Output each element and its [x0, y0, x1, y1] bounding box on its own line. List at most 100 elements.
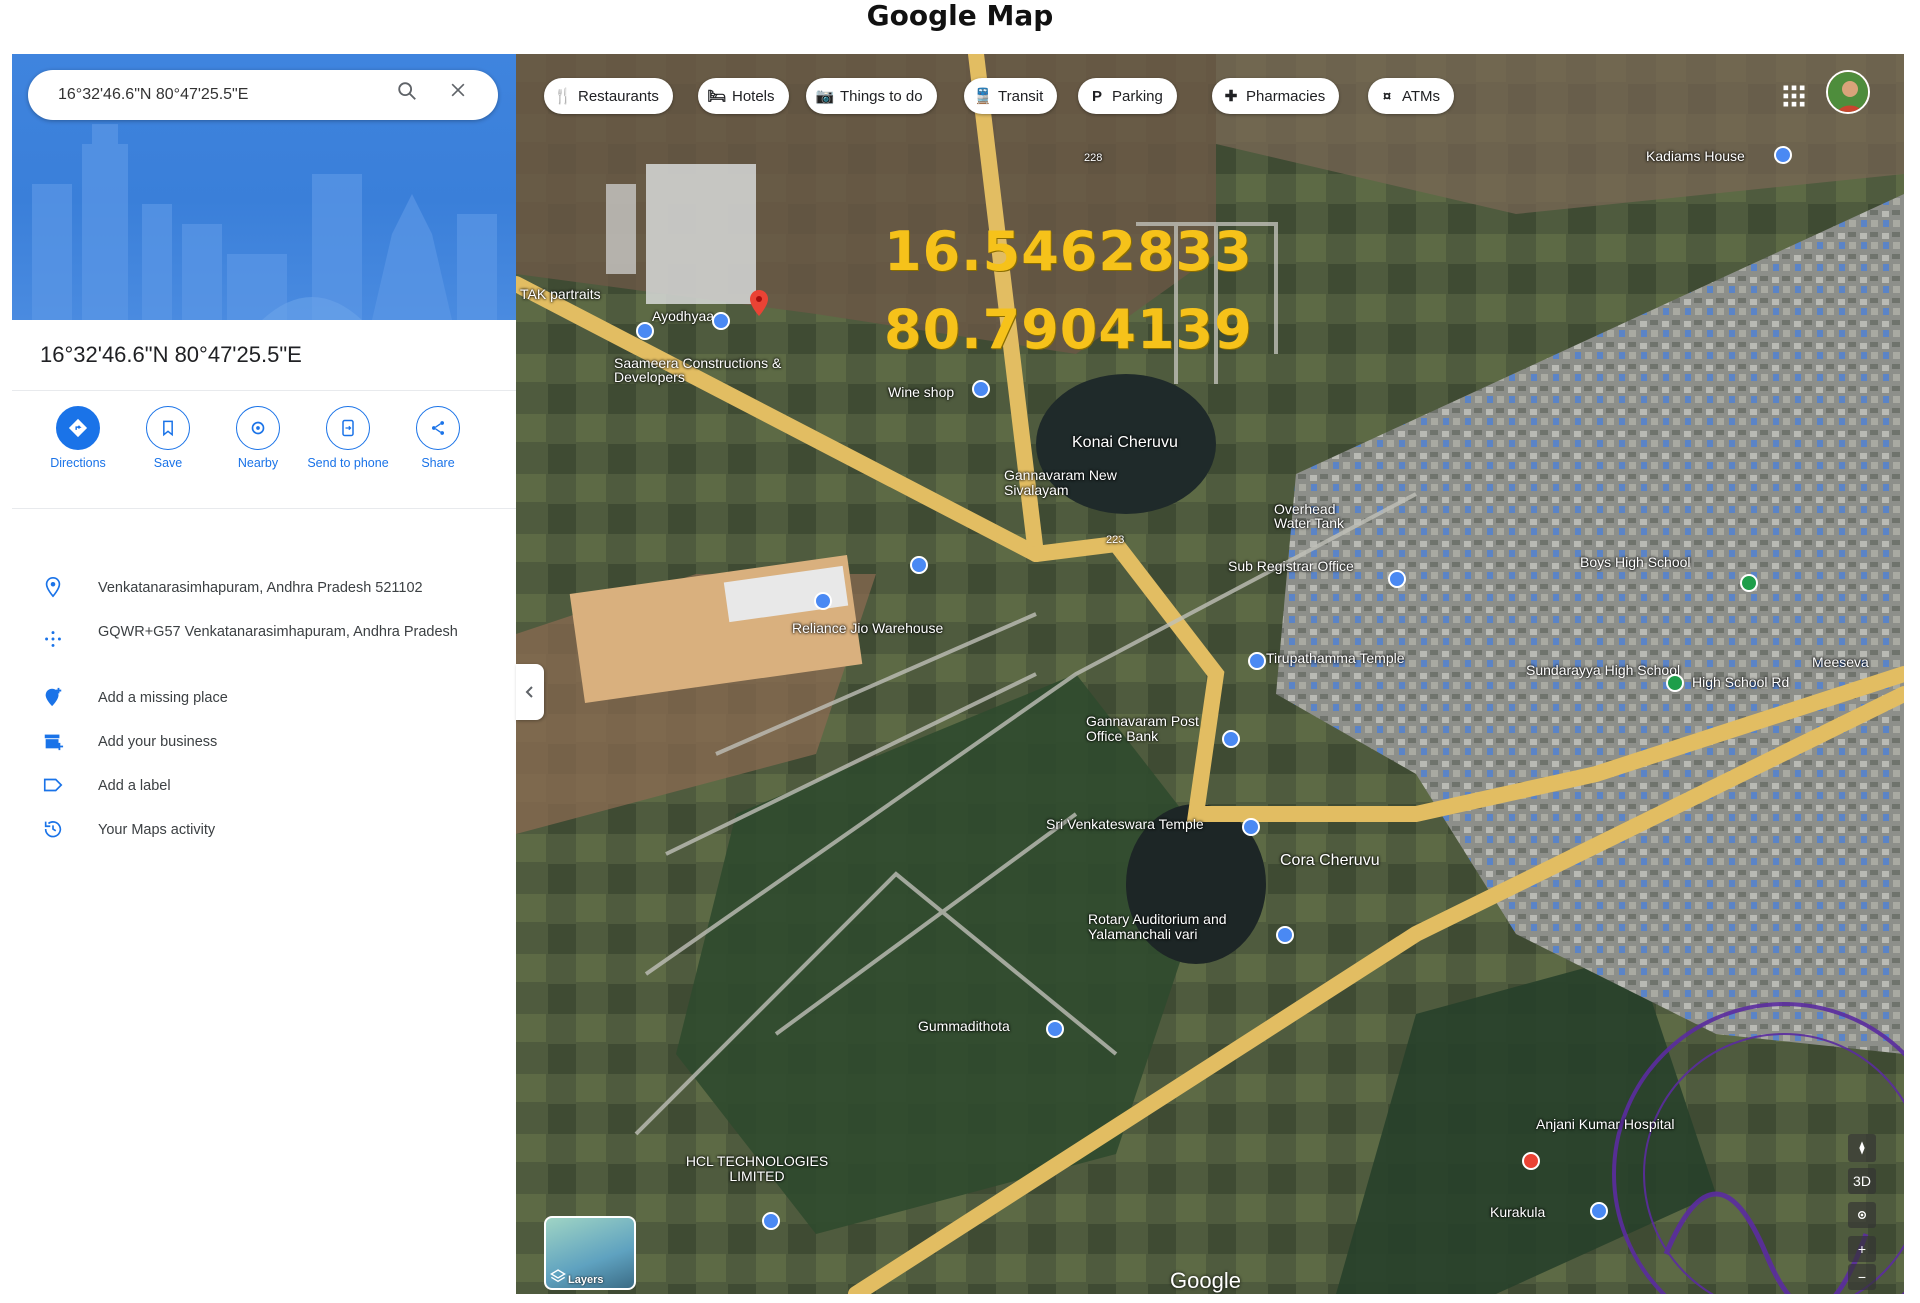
maps-activity-text: Your Maps activity — [98, 822, 216, 838]
my-location-button[interactable] — [1848, 1202, 1876, 1228]
action-bar: Directions Save Nearby Send to phone Sha… — [34, 406, 504, 496]
poi-marker[interactable] — [1276, 926, 1294, 944]
poi-marker[interactable] — [1522, 1152, 1540, 1170]
poi-marker[interactable] — [814, 592, 832, 610]
hero-banner — [12, 54, 516, 320]
chip-hotels[interactable]: 🛏 Hotels — [698, 78, 789, 114]
close-icon — [451, 83, 465, 97]
chip-label: Parking — [1112, 87, 1163, 105]
map-label[interactable]: Sri Venkateswara Temple — [1046, 816, 1204, 832]
poi-marker[interactable] — [1248, 652, 1266, 670]
map-label[interactable]: Konai Cheruvu — [1072, 434, 1178, 452]
map-label[interactable]: Gannavaram Post Office Bank — [1086, 714, 1216, 744]
map-label[interactable]: Reliance Jio Warehouse — [792, 620, 943, 636]
save-button[interactable]: Save — [124, 406, 212, 471]
map-label[interactable]: Boys High School — [1580, 554, 1691, 570]
map-label[interactable]: Overhead Water Tank — [1274, 502, 1364, 530]
poi-marker[interactable] — [636, 322, 654, 340]
chip-atms[interactable]: ¤ ATMs — [1368, 78, 1455, 114]
chip-restaurants[interactable]: 🍴 Restaurants — [544, 78, 673, 114]
longitude-overlay: 80.7904139 — [884, 298, 1253, 361]
map-label[interactable]: Ayodhyaa — [652, 308, 714, 324]
zoom-in-button[interactable]: + — [1848, 1236, 1876, 1262]
map-label[interactable]: Rotary Auditorium and Yalamanchali vari — [1088, 912, 1288, 942]
search-button[interactable] — [396, 80, 426, 110]
add-business-text: Add your business — [98, 734, 218, 750]
map-label[interactable]: Kadiams House — [1646, 148, 1745, 164]
directions-button[interactable]: Directions — [34, 406, 122, 471]
road-number: 223 — [1106, 534, 1125, 546]
map-label[interactable]: TAK partraits — [520, 286, 601, 302]
map-label[interactable]: Meeseva — [1812, 654, 1869, 670]
chip-label: Hotels — [732, 87, 775, 105]
side-panel: 16°32'46.6"N 80°47'25.5"E Directions Sav… — [12, 54, 516, 1294]
send-to-phone-button[interactable]: Send to phone — [304, 406, 392, 471]
layers-button[interactable]: Layers — [544, 1216, 636, 1290]
chip-transit[interactable]: 🚆 Transit — [964, 78, 1058, 114]
poi-marker[interactable] — [1046, 1020, 1064, 1038]
poi-marker[interactable] — [1666, 674, 1684, 692]
chip-pharmacies[interactable]: ✚ Pharmacies — [1212, 78, 1340, 114]
poi-marker[interactable] — [1740, 574, 1758, 592]
address-text: Venkatanarasimhapuram, Andhra Pradesh 52… — [98, 580, 423, 596]
label-icon — [43, 778, 63, 792]
map-label[interactable]: Kurakula — [1490, 1204, 1545, 1220]
share-label: Share — [421, 456, 455, 470]
plus-code-icon — [45, 631, 61, 647]
poi-marker[interactable] — [910, 556, 928, 574]
divider — [12, 390, 516, 391]
poi-marker[interactable] — [1590, 1202, 1608, 1220]
share-button[interactable]: Share — [394, 406, 482, 471]
chip-label: ATMs — [1402, 87, 1441, 105]
zoom-out-button[interactable]: − — [1848, 1264, 1876, 1290]
map-label[interactable]: Tirupathamma Temple — [1266, 650, 1405, 666]
chip-things-to-do[interactable]: 📷 Things to do — [806, 78, 937, 114]
chip-label: Things to do — [840, 87, 923, 105]
map-label[interactable]: High School Rd — [1692, 674, 1789, 690]
map-label[interactable]: Saameera Constructions & Developers — [614, 356, 794, 384]
history-icon — [44, 821, 62, 838]
add-missing-place-text: Add a missing place — [98, 690, 228, 706]
satellite-map[interactable]: 🍴 Restaurants 🛏 Hotels 📷 Things to do 🚆 … — [516, 54, 1904, 1294]
poi-marker[interactable] — [1222, 730, 1240, 748]
hotel-icon: 🛏 — [707, 88, 727, 105]
poi-marker[interactable] — [1242, 818, 1260, 836]
3d-button[interactable]: 3D — [1848, 1168, 1876, 1194]
place-title: 16°32'46.6"N 80°47'25.5"E — [40, 342, 302, 367]
poi-marker[interactable] — [1774, 146, 1792, 164]
apps-button[interactable] — [1780, 82, 1808, 110]
send-to-phone-icon — [342, 419, 354, 437]
map-label[interactable]: Wine shop — [888, 384, 954, 400]
map-label[interactable]: Cora Cheruvu — [1280, 852, 1380, 870]
map-label[interactable]: Gannavaram New Sivalayam — [1004, 468, 1144, 498]
chip-label: Transit — [998, 87, 1044, 105]
map-label[interactable]: Sundarayya High School — [1526, 662, 1680, 678]
save-label: Save — [153, 456, 183, 470]
search-box — [28, 70, 498, 120]
layers-label: Layers — [568, 1274, 604, 1286]
google-logo: Google — [1170, 1268, 1241, 1293]
add-place-icon — [45, 687, 62, 707]
poi-marker[interactable] — [1388, 570, 1406, 588]
chevron-left-icon — [525, 686, 533, 698]
camera-icon: 📷 — [815, 88, 835, 105]
chip-parking[interactable]: P Parking — [1078, 78, 1177, 114]
location-pin-icon — [45, 577, 61, 598]
map-label[interactable]: HCL TECHNOLOGIES LIMITED — [682, 1154, 832, 1184]
compass-button[interactable] — [1848, 1134, 1876, 1162]
poi-marker[interactable] — [762, 1212, 780, 1230]
clear-search-button[interactable] — [448, 80, 478, 110]
directions-icon — [68, 418, 88, 438]
poi-marker[interactable] — [712, 312, 730, 330]
apps-grid-icon — [1783, 85, 1805, 107]
map-label[interactable]: Anjani Kumar Hospital — [1536, 1116, 1675, 1132]
poi-marker[interactable] — [972, 380, 990, 398]
map-label[interactable]: Sub Registrar Office — [1228, 558, 1354, 574]
directions-label: Directions — [50, 456, 106, 470]
nearby-button[interactable]: Nearby — [214, 406, 302, 471]
map-label[interactable]: Gummadithota — [918, 1018, 1010, 1034]
avatar[interactable] — [1826, 70, 1870, 114]
search-input[interactable] — [58, 83, 378, 107]
bookmark-icon — [163, 420, 173, 437]
collapse-panel-button[interactable] — [516, 664, 544, 720]
